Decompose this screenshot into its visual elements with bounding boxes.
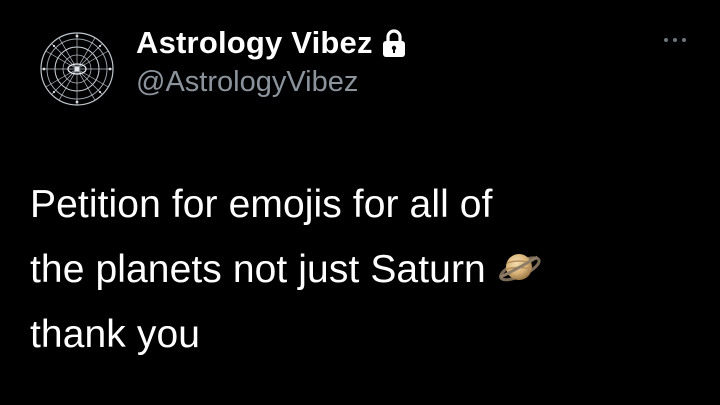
tweet-text-line: thank you <box>30 313 201 356</box>
tweet-card: Astrology Vibez @AstrologyVibez Petition… <box>0 0 720 405</box>
name-row: Astrology Vibez <box>136 22 407 64</box>
lock-icon <box>381 28 407 58</box>
avatar[interactable] <box>36 28 118 110</box>
saturn-emoji-icon <box>496 244 542 290</box>
tweet-text-line: the planets not just Saturn <box>30 237 710 302</box>
zodiac-wheel-icon <box>37 29 117 109</box>
handle[interactable]: @AstrologyVibez <box>136 66 407 99</box>
more-options-button[interactable] <box>660 30 690 50</box>
tweet-text: Petition for emojis for all of the plane… <box>30 172 710 367</box>
author-block: Astrology Vibez @AstrologyVibez <box>136 22 407 99</box>
more-options-icon <box>664 38 686 42</box>
tweet-text-line-content: the planets not just Saturn <box>30 248 486 291</box>
display-name[interactable]: Astrology Vibez <box>136 25 373 61</box>
tweet-text-line: Petition for emojis for all of <box>30 183 493 226</box>
